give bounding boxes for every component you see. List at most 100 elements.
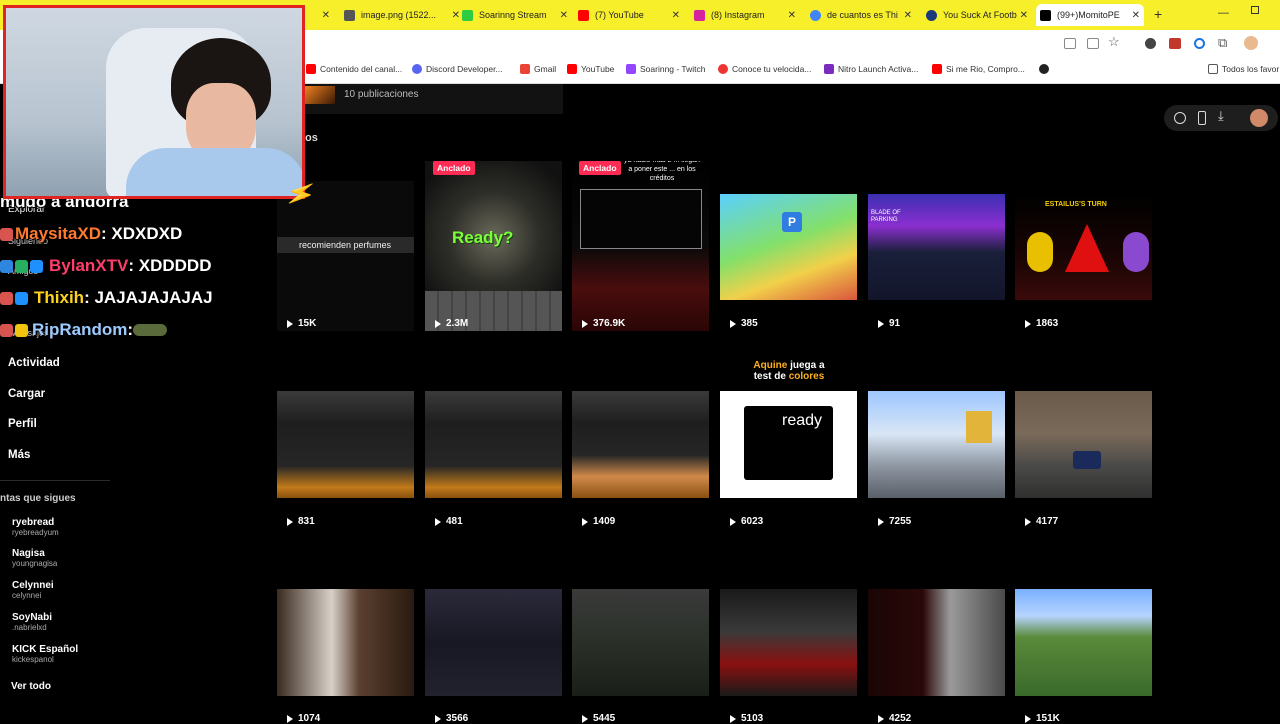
bookmark-star-icon[interactable]: ☆ xyxy=(1108,34,1120,50)
see-all-link[interactable]: Ver todo xyxy=(11,681,51,692)
video-thumbnail[interactable] xyxy=(868,589,1005,696)
tab-youtube[interactable]: (7) YouTube ✕ xyxy=(578,4,680,26)
tab-soarinng-stream[interactable]: Soarinng Stream ✕ xyxy=(462,4,568,26)
minimize-button[interactable]: — xyxy=(1218,7,1229,19)
bookmark-item[interactable]: YouTube xyxy=(567,64,614,74)
phone-icon[interactable] xyxy=(1198,111,1206,125)
sidebar-item-more[interactable]: Más xyxy=(8,449,30,461)
view-count-value: 7255 xyxy=(889,516,912,527)
view-count-value: 5103 xyxy=(741,713,764,724)
video-thumbnail[interactable] xyxy=(572,391,709,498)
view-count: 4177 xyxy=(1025,516,1058,527)
red-cone xyxy=(1065,224,1109,272)
bookmark-item[interactable] xyxy=(1039,64,1053,74)
floating-toolbar: ⤓ xyxy=(1164,105,1278,131)
translate-icon[interactable] xyxy=(1064,38,1076,49)
purple-character xyxy=(1123,232,1149,272)
chat-username: Thixih xyxy=(34,288,85,307)
video-thumbnail[interactable]: P xyxy=(720,194,857,300)
tab-tiktok-active[interactable]: (99+)MomitoPE ✕ xyxy=(1036,4,1144,26)
video-thumbnail[interactable]: ESTAILUS'S TURN xyxy=(1015,194,1152,300)
tab-image[interactable]: image.png (1522... ✕ xyxy=(344,4,460,26)
youtube-studio-icon xyxy=(306,64,316,74)
video-thumbnail[interactable]: BLADE OF PARKING xyxy=(868,194,1005,300)
video-thumbnail[interactable]: Ready? xyxy=(425,161,562,331)
close-icon[interactable]: ✕ xyxy=(788,10,796,21)
close-icon[interactable]: ✕ xyxy=(904,10,912,21)
sidebar-item-upload[interactable]: Cargar xyxy=(8,388,45,400)
extension-icon[interactable] xyxy=(1145,38,1156,49)
tab-label: (7) YouTube xyxy=(595,10,644,20)
gmail-icon xyxy=(520,64,530,74)
sub-badge-icon xyxy=(0,259,13,273)
tab-partial[interactable]: ✕ xyxy=(306,4,330,26)
view-count: 15K xyxy=(287,318,316,329)
play-icon xyxy=(287,714,293,723)
video-thumbnail[interactable] xyxy=(277,589,414,696)
tab-instagram[interactable]: (8) Instagram ✕ xyxy=(694,4,796,26)
chat-message: Thixih : JAJAJAJAJAJ xyxy=(0,288,213,308)
view-count-value: 481 xyxy=(446,516,463,527)
video-thumbnail[interactable] xyxy=(868,391,1005,498)
tab-football[interactable]: You Suck At Footb ✕ xyxy=(926,4,1028,26)
close-icon[interactable]: ✕ xyxy=(560,10,568,21)
video-thumbnail[interactable]: ya nadie mas 2 ... llegan a poner este .… xyxy=(572,161,709,331)
bookmark-item[interactable]: Discord Developer... xyxy=(412,64,503,74)
video-caption: ready xyxy=(782,412,823,429)
following-accounts-title: ntas que sigues xyxy=(0,493,76,504)
account-name: SoyNabi xyxy=(12,612,53,623)
video-thumbnail[interactable] xyxy=(572,589,709,696)
bookmark-label: Gmail xyxy=(534,64,557,74)
bookmark-label: Nitro Launch Activa... xyxy=(838,64,919,74)
view-count: 376.9K xyxy=(582,318,625,329)
account-name: ryebread xyxy=(12,517,55,528)
bookmark-item[interactable]: Contenido del canal... xyxy=(306,64,402,74)
sidebar-item-activity[interactable]: Actividad xyxy=(8,357,60,369)
video-thumbnail[interactable] xyxy=(425,391,562,498)
extension-icon[interactable] xyxy=(1169,38,1181,49)
all-favorites[interactable]: Todos los favor xyxy=(1208,64,1279,74)
play-icon xyxy=(878,319,884,328)
tab-google-search[interactable]: de cuantos es Thi ✕ xyxy=(810,4,912,26)
bookmark-item[interactable]: Nitro Launch Activa... xyxy=(824,64,918,74)
close-icon[interactable]: ✕ xyxy=(1132,10,1140,21)
caption-part: Aquine xyxy=(753,360,788,371)
install-app-icon[interactable] xyxy=(1087,38,1099,49)
puzzle-extensions-icon[interactable]: ⧉ xyxy=(1218,35,1227,51)
close-icon[interactable]: ✕ xyxy=(672,10,680,21)
close-icon[interactable]: ✕ xyxy=(452,10,460,21)
discord-icon xyxy=(412,64,422,74)
close-icon[interactable]: ✕ xyxy=(322,10,330,21)
play-icon xyxy=(582,319,588,328)
account-username: kickespanol xyxy=(12,655,54,664)
tab-label: (8) Instagram xyxy=(711,10,765,20)
sidebar-item-profile[interactable]: Perfil xyxy=(8,418,37,430)
bookmark-item[interactable]: Gmail xyxy=(520,64,556,74)
bookmark-item[interactable]: Conoce tu velocida... xyxy=(718,64,811,74)
download-icon[interactable]: ⤓ xyxy=(1218,108,1224,124)
car xyxy=(1073,451,1101,469)
video-thumbnail[interactable]: ready xyxy=(720,391,857,498)
publications-count: 10 publicaciones xyxy=(344,89,419,100)
bookmark-item[interactable]: Si me Rio, Compro... xyxy=(932,64,1025,74)
play-icon xyxy=(287,319,293,328)
maximize-button[interactable] xyxy=(1251,6,1259,14)
video-caption: ESTAILUS'S TURN xyxy=(1045,201,1107,208)
compass-icon[interactable] xyxy=(1174,112,1186,124)
avatar[interactable] xyxy=(1250,109,1268,127)
video-thumbnail[interactable] xyxy=(720,589,857,696)
video-thumbnail[interactable] xyxy=(1015,391,1152,498)
bookmark-item[interactable]: Soarinng - Twitch xyxy=(626,64,706,74)
view-count-value: 91 xyxy=(889,318,901,329)
view-count-value: 3566 xyxy=(446,713,469,724)
video-thumbnail[interactable] xyxy=(1015,589,1152,696)
chat-text: : XDDDDD xyxy=(128,256,212,275)
avatar[interactable] xyxy=(1244,36,1258,50)
new-tab-button[interactable]: + xyxy=(1154,6,1162,22)
video-thumbnail[interactable] xyxy=(425,589,562,696)
close-icon[interactable]: ✕ xyxy=(1020,10,1028,21)
video-thumbnail[interactable] xyxy=(277,391,414,498)
view-count-value: 376.9K xyxy=(593,318,626,329)
play-icon xyxy=(1025,714,1031,723)
extension-icon[interactable] xyxy=(1194,38,1205,49)
